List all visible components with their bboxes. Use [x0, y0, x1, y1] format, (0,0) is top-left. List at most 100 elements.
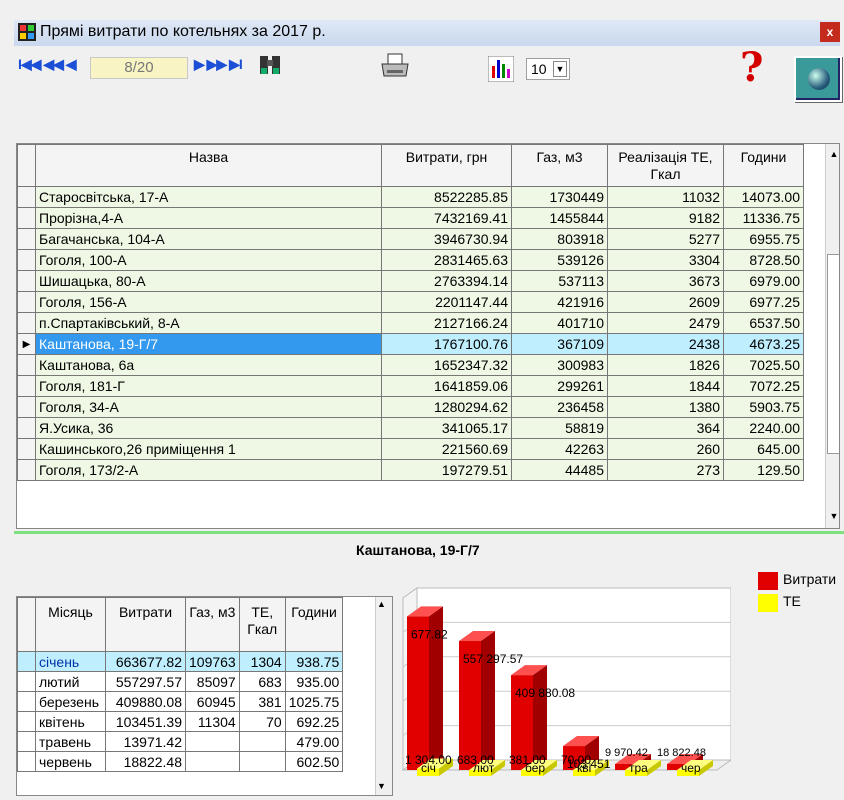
col-gas[interactable]: Газ, м3	[511, 144, 608, 187]
boilers-grid[interactable]: Назва Витрати, грн Газ, м3 Реалізація ТЕ…	[16, 143, 840, 529]
cell-te[interactable]: 70	[238, 711, 286, 732]
cell-name[interactable]: Старосвітська, 17-А	[35, 186, 382, 208]
cell-name[interactable]: Каштанова, 19-Г/7	[35, 333, 382, 355]
table-row[interactable]: січень 663677.82 109763 1304 938.75	[17, 651, 344, 672]
nav-forward-buttons[interactable]: ▶ ▶▶ ▶I	[194, 56, 243, 73]
cell-gas[interactable]: 539126	[511, 249, 608, 271]
nav-back-buttons[interactable]: I◀◀ ◀◀ ◀	[18, 56, 77, 73]
cell-hours[interactable]: 129.50	[723, 459, 804, 481]
cell-cost[interactable]: 663677.82	[105, 651, 186, 672]
row-indicator[interactable]	[17, 711, 36, 732]
cell-te[interactable]: 5277	[607, 228, 724, 250]
cell-gas[interactable]: 85097	[185, 671, 240, 692]
cell-cost[interactable]: 3946730.94	[381, 228, 512, 250]
cell-gas[interactable]	[185, 731, 240, 752]
col-cost[interactable]: Витрати, грн	[381, 144, 512, 187]
cell-month[interactable]: травень	[35, 731, 106, 752]
cell-cost[interactable]: 1641859.06	[381, 375, 512, 397]
cell-gas[interactable]: 1730449	[511, 186, 608, 208]
cell-month[interactable]: березень	[35, 691, 106, 712]
monthly-scrollbar[interactable]: ▲ ▼	[375, 597, 392, 795]
binoculars-icon[interactable]	[258, 52, 282, 78]
cell-te[interactable]: 364	[607, 417, 724, 439]
cell-gas[interactable]: 109763	[185, 651, 240, 672]
table-row[interactable]: квітень 103451.39 11304 70 692.25	[17, 711, 344, 732]
cell-cost[interactable]: 13971.42	[105, 731, 186, 752]
cell-name[interactable]: Шишацька, 80-А	[35, 270, 382, 292]
row-indicator[interactable]	[17, 312, 36, 334]
cell-te[interactable]	[238, 751, 286, 772]
cell-hours[interactable]: 602.50	[284, 751, 344, 772]
scroll-down-icon[interactable]: ▼	[377, 781, 386, 791]
chevron-down-icon[interactable]: ▼	[553, 61, 567, 77]
cell-gas[interactable]: 537113	[511, 270, 608, 292]
cell-month[interactable]: лютий	[35, 671, 106, 692]
cell-cost[interactable]: 409880.08	[105, 691, 186, 712]
col-name[interactable]: Назва	[35, 144, 382, 187]
cell-te[interactable]: 273	[607, 459, 724, 481]
col-hours[interactable]: Години	[284, 597, 344, 652]
cell-hours[interactable]: 7072.25	[723, 375, 804, 397]
cell-te[interactable]: 2479	[607, 312, 724, 334]
table-row[interactable]: п.Спартаківський, 8-А 2127166.24 401710 247…	[17, 312, 804, 334]
cell-gas[interactable]: 1455844	[511, 207, 608, 229]
cell-name[interactable]: Гоголя, 181-Г	[35, 375, 382, 397]
row-indicator[interactable]	[17, 417, 36, 439]
close-button[interactable]: x	[820, 22, 840, 42]
col-cost[interactable]: Витрати	[105, 597, 186, 652]
exit-button[interactable]	[794, 56, 842, 102]
monthly-grid[interactable]: Місяць Витрати Газ, м3 ТЕ, Гкал Години с…	[16, 596, 393, 796]
cell-hours[interactable]: 692.25	[284, 711, 344, 732]
grid-scrollbar[interactable]: ▲ ▼	[825, 144, 839, 528]
cell-hours[interactable]: 8728.50	[723, 249, 804, 271]
cell-hours[interactable]: 5903.75	[723, 396, 804, 418]
table-row[interactable]: Я.Усика, 36 341065.17 58819 364 2240.00	[17, 417, 804, 439]
cell-gas[interactable]: 421916	[511, 291, 608, 313]
table-row[interactable]: Каштанова, 6а 1652347.32 300983 1826 7025.50	[17, 354, 804, 376]
row-indicator[interactable]	[17, 396, 36, 418]
cell-name[interactable]: Кашинського,26 приміщення 1	[35, 438, 382, 460]
cell-te[interactable]: 381	[238, 691, 286, 712]
cell-name[interactable]: Багачанська, 104-А	[35, 228, 382, 250]
cell-hours[interactable]: 1025.75	[284, 691, 344, 712]
scroll-down-icon[interactable]: ▼	[826, 508, 839, 524]
col-te[interactable]: ТЕ, Гкал	[238, 597, 286, 652]
cell-cost[interactable]: 1280294.62	[381, 396, 512, 418]
table-row[interactable]: березень 409880.08 60945 381 1025.75	[17, 691, 344, 712]
cell-hours[interactable]: 6979.00	[723, 270, 804, 292]
cell-hours[interactable]: 6537.50	[723, 312, 804, 334]
table-row[interactable]: Гоголя, 181-Г 1641859.06 299261 1844 7072.25	[17, 375, 804, 397]
row-indicator[interactable]	[17, 207, 36, 229]
cell-name[interactable]: Каштанова, 6а	[35, 354, 382, 376]
cell-cost[interactable]: 2831465.63	[381, 249, 512, 271]
table-row[interactable]: Старосвітська, 17-А 8522285.85 1730449 1103…	[17, 186, 804, 208]
printer-icon[interactable]	[380, 52, 410, 80]
cell-hours[interactable]: 6977.25	[723, 291, 804, 313]
rows-select[interactable]: 10 ▼	[526, 58, 570, 80]
cell-cost[interactable]: 221560.69	[381, 438, 512, 460]
cell-hours[interactable]: 935.00	[284, 671, 344, 692]
cell-name[interactable]: Гоголя, 34-А	[35, 396, 382, 418]
cell-gas[interactable]	[185, 751, 240, 772]
row-indicator[interactable]	[17, 186, 36, 208]
cell-hours[interactable]: 479.00	[284, 731, 344, 752]
table-row[interactable]: Гоголя, 156-А 2201147.44 421916 2609 6977.25	[17, 291, 804, 313]
row-indicator[interactable]	[17, 228, 36, 250]
cell-cost[interactable]: 1767100.76	[381, 333, 512, 355]
cell-hours[interactable]: 645.00	[723, 438, 804, 460]
scroll-up-icon[interactable]: ▲	[377, 599, 386, 609]
scroll-thumb[interactable]	[827, 254, 839, 454]
row-indicator[interactable]	[17, 249, 36, 271]
table-row[interactable]: Гоголя, 173/2-А 197279.51 44485 273 129.50	[17, 459, 804, 481]
cell-te[interactable]: 3304	[607, 249, 724, 271]
cell-te[interactable]: 1304	[238, 651, 286, 672]
col-te[interactable]: Реалізація ТЕ, Гкал	[607, 144, 724, 187]
cell-cost[interactable]: 2201147.44	[381, 291, 512, 313]
cell-cost[interactable]: 341065.17	[381, 417, 512, 439]
cell-cost[interactable]: 8522285.85	[381, 186, 512, 208]
table-row[interactable]: Кашинського,26 приміщення 1 221560.69 4226…	[17, 438, 804, 460]
cell-hours[interactable]: 6955.75	[723, 228, 804, 250]
cell-te[interactable]: 260	[607, 438, 724, 460]
cell-hours[interactable]: 938.75	[284, 651, 344, 672]
cell-gas[interactable]: 58819	[511, 417, 608, 439]
